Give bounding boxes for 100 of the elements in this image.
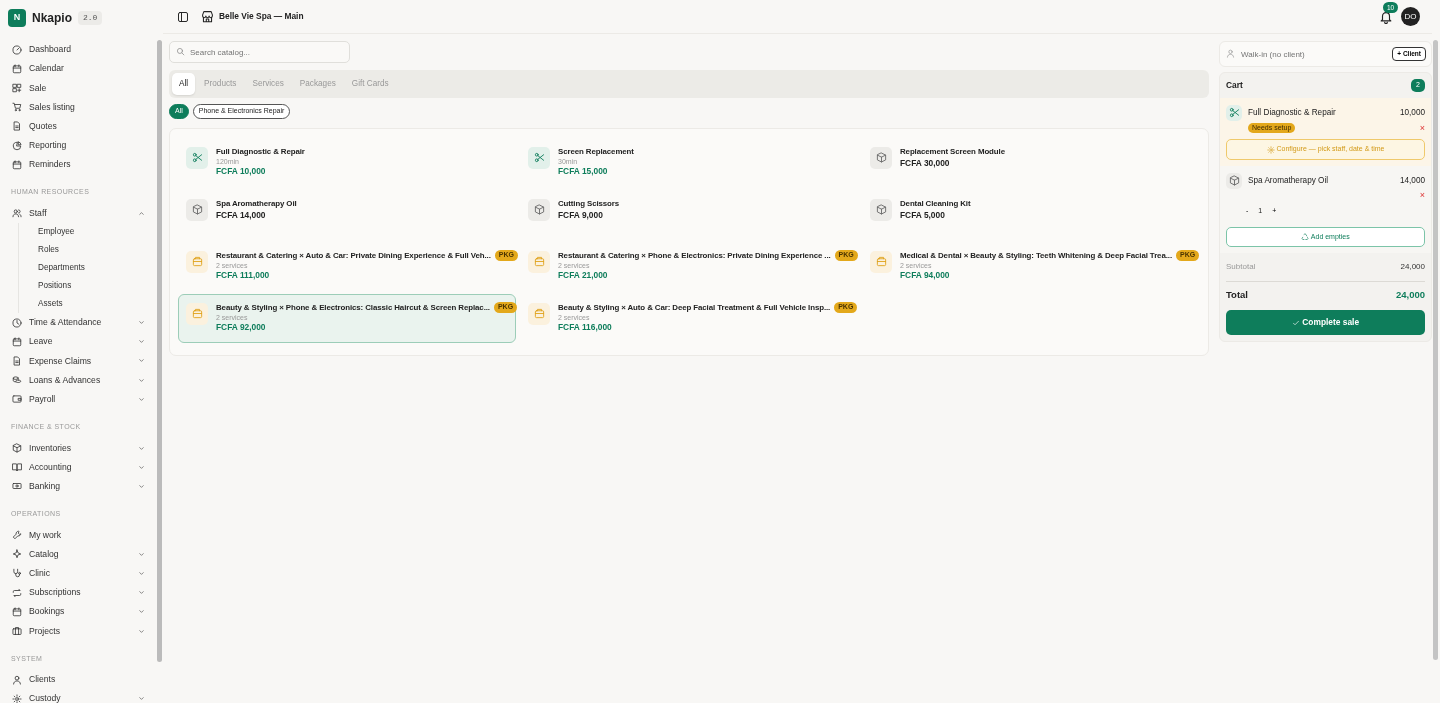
sidebar-item[interactable]: Banking: [8, 476, 149, 496]
sidebar-item[interactable]: Clinic: [8, 563, 149, 584]
recycle-icon: [1301, 232, 1310, 241]
calendar-icon: [12, 606, 22, 617]
gear-icon: [12, 693, 22, 703]
subtotal-value: 24,000: [1400, 261, 1425, 274]
chevron-down-icon: [138, 589, 145, 597]
sidebar-item[interactable]: My work: [8, 525, 149, 545]
line-name: Spa Aromatherapy Oil: [1248, 174, 1330, 187]
sidebar-item[interactable]: Sales listing: [8, 97, 149, 117]
chevron-down-icon: [138, 376, 145, 384]
sidebar-subitem[interactable]: Roles: [19, 241, 149, 259]
item-price: FCFA 5,000: [900, 209, 946, 222]
chevron-down-icon: [138, 627, 145, 635]
box-icon: [533, 204, 545, 216]
user-icon: [12, 674, 22, 685]
box-icon: [875, 152, 887, 164]
sidebar-item[interactable]: Reporting: [8, 135, 149, 156]
sidebar-subitem[interactable]: Assets: [19, 295, 149, 313]
pie-chart-icon: [12, 140, 22, 151]
chevron-down-icon: [138, 569, 145, 577]
sidebar-item[interactable]: Dashboard: [8, 40, 149, 60]
sidebar-item[interactable]: Staff: [8, 203, 149, 223]
chevron-down-icon: [138, 357, 145, 365]
sidebar-item[interactable]: Expense Claims: [8, 351, 149, 371]
gauge-icon: [12, 44, 22, 55]
chevron-down-icon: [138, 550, 145, 558]
remove-button[interactable]: ×: [1419, 191, 1425, 201]
clock-icon: [12, 317, 22, 328]
chevron-down-icon: [138, 482, 145, 490]
gear-icon: [1266, 145, 1275, 154]
stethoscope-icon: [12, 568, 22, 579]
user-avatar[interactable]: DO: [1401, 7, 1420, 26]
chevron-down-icon: [138, 608, 145, 616]
search-field[interactable]: Search catalog...: [169, 41, 350, 63]
app-name: Nkapio: [32, 10, 72, 27]
sidebar-toggle-icon: [177, 10, 189, 23]
chevron-down-icon: [138, 338, 145, 346]
chevron-down-icon: [138, 695, 145, 703]
coins-icon: [12, 375, 22, 386]
sidebar-toggle-button[interactable]: [177, 10, 189, 23]
version-label: 2.0: [78, 11, 103, 25]
box-icon: [12, 443, 22, 454]
item-price: FCFA 94,000: [900, 270, 951, 282]
sidebar-item[interactable]: Loans & Advances: [8, 370, 149, 390]
sidebar-item[interactable]: Reminders: [8, 155, 149, 175]
check-icon: [1291, 319, 1300, 328]
chevron-down-icon: [138, 463, 145, 471]
sidebar-item[interactable]: Time & Attendance: [8, 313, 149, 333]
sidebar-item[interactable]: Quotes: [8, 116, 149, 136]
cart-title: Cart: [1226, 79, 1243, 92]
briefcase-icon: [12, 626, 22, 637]
banknote-icon: [12, 481, 22, 492]
sidebar-item[interactable]: Accounting: [8, 457, 149, 477]
line-amount: 10,000: [1399, 106, 1425, 119]
total-label: Total: [1226, 288, 1248, 303]
item-price: FCFA 15,000: [558, 166, 609, 178]
box-icon: [875, 204, 887, 216]
sidebar-subitem[interactable]: Departments: [19, 259, 149, 277]
sidebar-item[interactable]: Calendar: [8, 59, 149, 79]
location-name: Belle Vie Spa — Main: [219, 10, 304, 23]
grid-icon: [12, 82, 22, 93]
sidebar-item[interactable]: Leave: [8, 332, 149, 352]
sidebar-item[interactable]: Catalog: [8, 544, 149, 564]
package-icon: [875, 256, 887, 268]
tab[interactable]: All: [172, 73, 196, 96]
subtotal-label: Subtotal: [1226, 261, 1256, 274]
complete-sale-button[interactable]: Complete sale: [1226, 310, 1425, 336]
item-price: FCFA 92,000: [216, 322, 267, 334]
item-price: FCFA 14,000: [216, 209, 267, 222]
package-icon: [533, 256, 545, 268]
cart-icon: [12, 102, 22, 113]
package-icon: [191, 256, 203, 268]
sparkle-icon: [12, 549, 22, 560]
line-name: Full Diagnostic & Repair: [1248, 106, 1337, 119]
sidebar-item[interactable]: Bookings: [8, 602, 149, 622]
scrollbar-thumb[interactable]: [1433, 40, 1438, 660]
sidebar-subitem[interactable]: Positions: [19, 277, 149, 295]
package-icon: [533, 308, 545, 320]
wrench-icon: [12, 530, 22, 541]
notifications-icon: [1379, 9, 1393, 24]
calendar-icon: [12, 159, 22, 170]
scrollbar-thumb[interactable]: [157, 40, 162, 662]
remove-button[interactable]: ×: [1419, 123, 1425, 133]
scissors-icon: [191, 152, 203, 164]
sidebar-item[interactable]: Sale: [8, 78, 149, 98]
sidebar-item[interactable]: Subscriptions: [8, 583, 149, 603]
chevron-up-icon: [138, 209, 145, 217]
sidebar-item[interactable]: Custody: [8, 689, 149, 703]
sidebar-item[interactable]: Clients: [8, 670, 149, 690]
document-icon: [12, 355, 22, 366]
item-price: FCFA 30,000: [900, 157, 951, 170]
sidebar-item[interactable]: Inventories: [8, 438, 149, 458]
calendar-icon: [12, 336, 22, 347]
item-price: FCFA 111,000: [216, 270, 271, 282]
sidebar-item[interactable]: Projects: [8, 621, 149, 641]
sidebar-item[interactable]: Payroll: [8, 389, 149, 409]
sidebar-subitem[interactable]: Employee: [19, 223, 149, 241]
box-icon: [1228, 175, 1240, 187]
line-amount: 14,000: [1399, 174, 1425, 187]
